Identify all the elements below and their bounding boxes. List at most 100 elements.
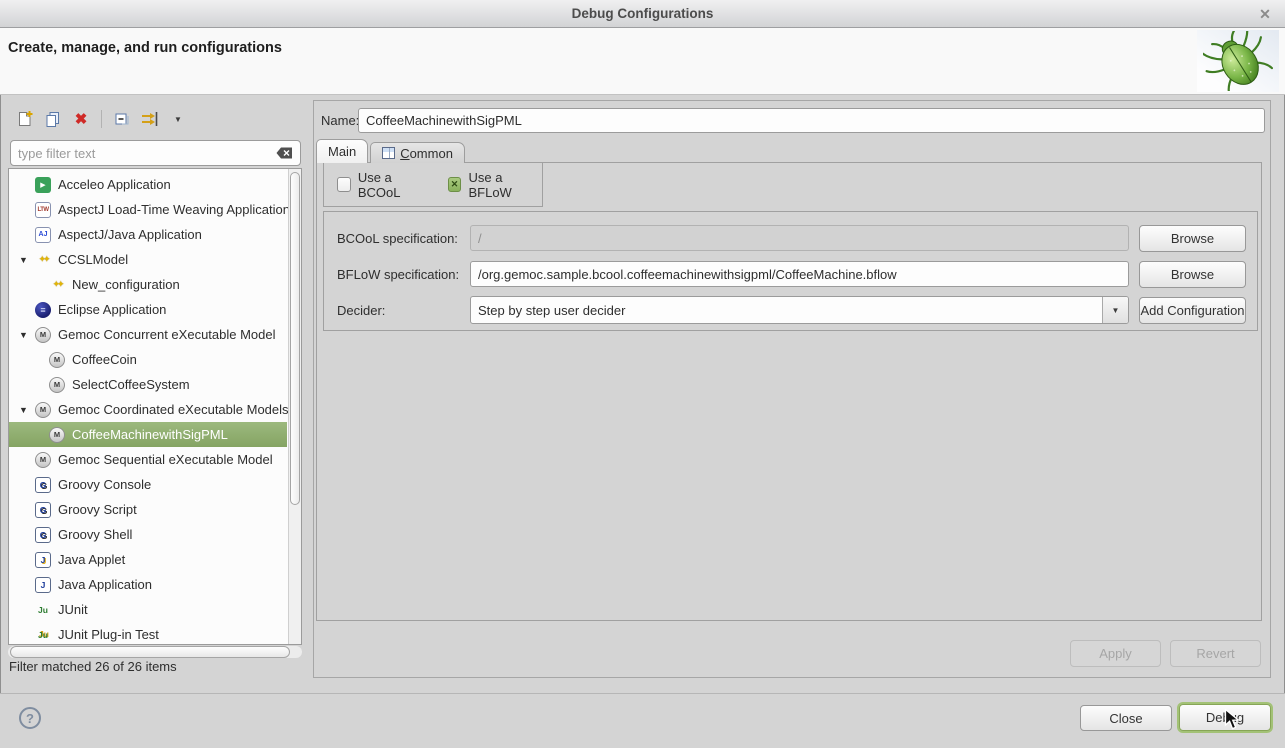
tab-label: Main bbox=[328, 144, 356, 159]
tab[interactable]: Main bbox=[316, 139, 368, 163]
tree-item[interactable]: New_configuration bbox=[9, 272, 287, 297]
apply-button[interactable]: Apply bbox=[1070, 640, 1161, 667]
decider-label: Decider: bbox=[337, 303, 470, 318]
tree-item-label: Gemoc Coordinated eXecutable Models bbox=[58, 402, 289, 417]
add-configuration-button[interactable]: Add Configuration bbox=[1139, 297, 1246, 324]
vertical-scrollbar[interactable] bbox=[288, 169, 301, 644]
bcool-row: BCOoL specification: Browse bbox=[337, 224, 1246, 252]
filter-configurations-button[interactable] bbox=[137, 107, 163, 131]
language-checkbox-group: Use a BCOoL Use a BFLoW bbox=[323, 162, 543, 207]
tree-item[interactable]: Groovy Console bbox=[9, 472, 287, 497]
checkbox-label: Use a BCOoL bbox=[358, 170, 431, 200]
gemoc-model-icon bbox=[35, 327, 51, 343]
close-button[interactable]: Close bbox=[1080, 705, 1172, 731]
tree-item[interactable]: Groovy Script bbox=[9, 497, 287, 522]
toolbar-menu-button[interactable]: ▼ bbox=[165, 107, 191, 131]
toolbar-separator bbox=[101, 110, 102, 128]
tree-item[interactable]: JUnit Plug-in Test bbox=[9, 622, 287, 645]
ccsl-model-icon bbox=[49, 277, 65, 293]
expander-icon[interactable] bbox=[19, 405, 35, 415]
filter-input[interactable] bbox=[18, 146, 276, 161]
tree-item[interactable]: Java Applet bbox=[9, 547, 287, 572]
tab-label: Common bbox=[400, 146, 453, 161]
tab-strip: Main Common bbox=[316, 139, 467, 163]
duplicate-button[interactable] bbox=[40, 107, 66, 131]
decider-row: Decider: Step by step user decider ▼ Add… bbox=[337, 296, 1246, 324]
tab[interactable]: Common bbox=[370, 142, 465, 163]
help-button[interactable]: ? bbox=[19, 707, 41, 729]
configuration-panel: Name: Main Common Use a BCOoL Use a BFLo… bbox=[313, 100, 1271, 678]
groovy-icon bbox=[35, 527, 51, 543]
tree-item-label: Groovy Shell bbox=[58, 527, 132, 542]
horizontal-scrollbar[interactable] bbox=[8, 646, 302, 658]
tree-item-label: Gemoc Concurrent eXecutable Model bbox=[58, 327, 276, 342]
tree-item-label: JUnit Plug-in Test bbox=[58, 627, 159, 642]
filter-field bbox=[10, 140, 301, 166]
tree-item-label: Groovy Console bbox=[58, 477, 151, 492]
horizontal-scrollbar-thumb[interactable] bbox=[10, 646, 290, 658]
tree-item[interactable]: Java Application bbox=[9, 572, 287, 597]
table-icon bbox=[382, 147, 395, 159]
checkbox-item[interactable]: Use a BFLoW bbox=[448, 170, 542, 200]
gemoc-model-icon bbox=[35, 402, 51, 418]
revert-button[interactable]: Revert bbox=[1170, 640, 1261, 667]
page-title: Create, manage, and run configurations bbox=[8, 40, 282, 56]
browse-bcool-button[interactable]: Browse bbox=[1139, 225, 1246, 252]
tree-rows: Acceleo Application AspectJ Load-Time We… bbox=[9, 172, 301, 645]
name-input[interactable] bbox=[358, 108, 1265, 133]
close-icon: ✕ bbox=[1259, 6, 1271, 23]
checkbox[interactable] bbox=[337, 177, 351, 192]
aspectj-ltw-icon bbox=[35, 202, 51, 218]
tree-item[interactable]: Eclipse Application bbox=[9, 297, 287, 322]
tree-item-label: CCSLModel bbox=[58, 252, 128, 267]
tree-item[interactable]: CCSLModel bbox=[9, 247, 287, 272]
delete-icon: ✖ bbox=[75, 110, 88, 128]
delete-button[interactable]: ✖ bbox=[68, 107, 94, 131]
decider-combobox[interactable]: Step by step user decider ▼ bbox=[470, 296, 1129, 324]
clear-filter-button[interactable] bbox=[276, 147, 293, 159]
java-applet-icon bbox=[35, 552, 51, 568]
browse-bflow-button[interactable]: Browse bbox=[1139, 261, 1246, 288]
tree-item[interactable]: SelectCoffeeSystem bbox=[9, 372, 287, 397]
specification-group: BCOoL specification: Browse BFLoW specif… bbox=[323, 211, 1258, 331]
vertical-scrollbar-thumb[interactable] bbox=[290, 172, 300, 505]
combo-dropdown-button[interactable]: ▼ bbox=[1102, 297, 1128, 323]
duplicate-icon bbox=[44, 110, 62, 128]
debug-button[interactable]: Debug bbox=[1179, 704, 1271, 731]
new-configuration-button[interactable] bbox=[12, 107, 38, 131]
tree-item-label: Java Applet bbox=[58, 552, 125, 567]
tree-item[interactable]: CoffeeMachinewithSigPML bbox=[9, 422, 287, 447]
name-label: Name: bbox=[321, 113, 359, 128]
tree-item-label: AspectJ/Java Application bbox=[58, 227, 202, 242]
groovy-icon bbox=[35, 502, 51, 518]
tree-item[interactable]: CoffeeCoin bbox=[9, 347, 287, 372]
groovy-icon bbox=[35, 477, 51, 493]
checkbox-label: Use a BFLoW bbox=[468, 170, 542, 200]
filter-status-text: Filter matched 26 of 26 items bbox=[9, 659, 177, 674]
gemoc-model-icon bbox=[49, 427, 65, 443]
tree-item[interactable]: Gemoc Concurrent eXecutable Model bbox=[9, 322, 287, 347]
chevron-down-icon: ▼ bbox=[1112, 306, 1120, 315]
tree-item[interactable]: AspectJ/Java Application bbox=[9, 222, 287, 247]
chevron-down-icon: ▼ bbox=[174, 115, 182, 124]
expander-icon[interactable] bbox=[19, 330, 35, 340]
tree-item[interactable]: Gemoc Sequential eXecutable Model bbox=[9, 447, 287, 472]
dialog-footer: ? Close Debug bbox=[0, 693, 1285, 748]
expander-icon[interactable] bbox=[19, 255, 35, 265]
checkbox-item[interactable]: Use a BCOoL bbox=[337, 170, 431, 200]
collapse-all-button[interactable] bbox=[109, 107, 135, 131]
bflow-spec-input[interactable] bbox=[470, 261, 1129, 287]
tree-item-label: Gemoc Sequential eXecutable Model bbox=[58, 452, 273, 467]
checkbox[interactable] bbox=[448, 177, 462, 192]
tree-item[interactable]: Acceleo Application bbox=[9, 172, 287, 197]
bcool-spec-input bbox=[470, 225, 1129, 251]
window-title: Debug Configurations bbox=[572, 6, 714, 21]
tree-item[interactable]: JUnit bbox=[9, 597, 287, 622]
window-close-button[interactable]: ✕ bbox=[1256, 5, 1274, 23]
junit-plugin-icon bbox=[35, 627, 51, 643]
tree-item-label: CoffeeMachinewithSigPML bbox=[72, 427, 228, 442]
tree-item-label: Groovy Script bbox=[58, 502, 137, 517]
tree-item[interactable]: Gemoc Coordinated eXecutable Models bbox=[9, 397, 287, 422]
tree-item[interactable]: Groovy Shell bbox=[9, 522, 287, 547]
tree-item[interactable]: AspectJ Load-Time Weaving Application bbox=[9, 197, 287, 222]
